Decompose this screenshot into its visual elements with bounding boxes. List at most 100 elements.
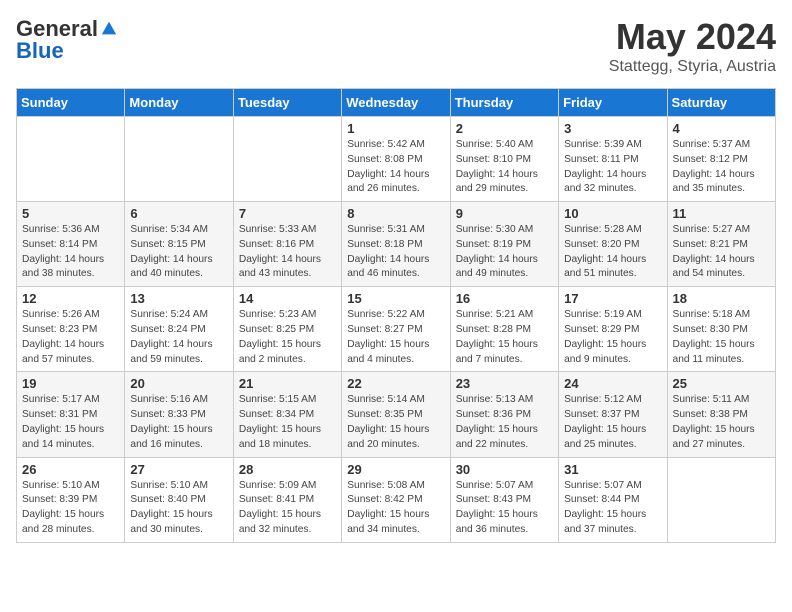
day-number: 12 bbox=[22, 291, 119, 306]
calendar-cell bbox=[125, 117, 233, 202]
day-number: 14 bbox=[239, 291, 336, 306]
day-number: 10 bbox=[564, 206, 661, 221]
day-detail: Sunrise: 5:23 AMSunset: 8:25 PMDaylight:… bbox=[239, 308, 336, 367]
day-number: 26 bbox=[22, 462, 119, 477]
day-detail: Sunrise: 5:21 AMSunset: 8:28 PMDaylight:… bbox=[456, 308, 553, 367]
day-detail: Sunrise: 5:37 AMSunset: 8:12 PMDaylight:… bbox=[673, 138, 770, 197]
col-header-saturday: Saturday bbox=[667, 89, 775, 117]
calendar-cell: 28 Sunrise: 5:09 AMSunset: 8:41 PMDayligh… bbox=[233, 457, 341, 542]
day-detail: Sunrise: 5:34 AMSunset: 8:15 PMDaylight:… bbox=[130, 223, 227, 282]
calendar-cell: 11 Sunrise: 5:27 AMSunset: 8:21 PMDayligh… bbox=[667, 202, 775, 287]
calendar-cell: 13 Sunrise: 5:24 AMSunset: 8:24 PMDayligh… bbox=[125, 287, 233, 372]
day-detail: Sunrise: 5:26 AMSunset: 8:23 PMDaylight:… bbox=[22, 308, 119, 367]
calendar-cell: 21 Sunrise: 5:15 AMSunset: 8:34 PMDayligh… bbox=[233, 372, 341, 457]
day-detail: Sunrise: 5:13 AMSunset: 8:36 PMDaylight:… bbox=[456, 393, 553, 452]
day-number: 9 bbox=[456, 206, 553, 221]
day-number: 31 bbox=[564, 462, 661, 477]
logo-icon bbox=[100, 20, 118, 38]
day-number: 3 bbox=[564, 121, 661, 136]
day-number: 21 bbox=[239, 376, 336, 391]
day-number: 18 bbox=[673, 291, 770, 306]
calendar-cell: 26 Sunrise: 5:10 AMSunset: 8:39 PMDayligh… bbox=[17, 457, 125, 542]
day-number: 1 bbox=[347, 121, 444, 136]
day-detail: Sunrise: 5:33 AMSunset: 8:16 PMDaylight:… bbox=[239, 223, 336, 282]
calendar-cell: 14 Sunrise: 5:23 AMSunset: 8:25 PMDayligh… bbox=[233, 287, 341, 372]
day-detail: Sunrise: 5:24 AMSunset: 8:24 PMDaylight:… bbox=[130, 308, 227, 367]
day-detail: Sunrise: 5:39 AMSunset: 8:11 PMDaylight:… bbox=[564, 138, 661, 197]
calendar-cell bbox=[17, 117, 125, 202]
day-number: 19 bbox=[22, 376, 119, 391]
day-number: 4 bbox=[673, 121, 770, 136]
day-number: 23 bbox=[456, 376, 553, 391]
day-number: 29 bbox=[347, 462, 444, 477]
day-number: 8 bbox=[347, 206, 444, 221]
calendar-cell: 25 Sunrise: 5:11 AMSunset: 8:38 PMDayligh… bbox=[667, 372, 775, 457]
day-detail: Sunrise: 5:42 AMSunset: 8:08 PMDaylight:… bbox=[347, 138, 444, 197]
location-subtitle: Stattegg, Styria, Austria bbox=[609, 58, 776, 76]
day-number: 13 bbox=[130, 291, 227, 306]
day-number: 2 bbox=[456, 121, 553, 136]
day-detail: Sunrise: 5:22 AMSunset: 8:27 PMDaylight:… bbox=[347, 308, 444, 367]
day-detail: Sunrise: 5:36 AMSunset: 8:14 PMDaylight:… bbox=[22, 223, 119, 282]
calendar-cell: 10 Sunrise: 5:28 AMSunset: 8:20 PMDayligh… bbox=[559, 202, 667, 287]
day-number: 11 bbox=[673, 206, 770, 221]
calendar-cell: 1 Sunrise: 5:42 AMSunset: 8:08 PMDaylight… bbox=[342, 117, 450, 202]
col-header-monday: Monday bbox=[125, 89, 233, 117]
calendar-cell: 23 Sunrise: 5:13 AMSunset: 8:36 PMDayligh… bbox=[450, 372, 558, 457]
col-header-friday: Friday bbox=[559, 89, 667, 117]
page-header: General Blue May 2024 Stattegg, Styria, … bbox=[16, 16, 776, 76]
calendar-cell bbox=[233, 117, 341, 202]
calendar-week-row: 19 Sunrise: 5:17 AMSunset: 8:31 PMDayligh… bbox=[17, 372, 776, 457]
day-detail: Sunrise: 5:28 AMSunset: 8:20 PMDaylight:… bbox=[564, 223, 661, 282]
calendar-cell: 3 Sunrise: 5:39 AMSunset: 8:11 PMDaylight… bbox=[559, 117, 667, 202]
calendar-cell: 5 Sunrise: 5:36 AMSunset: 8:14 PMDaylight… bbox=[17, 202, 125, 287]
day-number: 17 bbox=[564, 291, 661, 306]
col-header-tuesday: Tuesday bbox=[233, 89, 341, 117]
calendar-table: SundayMondayTuesdayWednesdayThursdayFrid… bbox=[16, 88, 776, 543]
calendar-week-row: 26 Sunrise: 5:10 AMSunset: 8:39 PMDayligh… bbox=[17, 457, 776, 542]
calendar-cell: 27Sunrise: 5:10 AMSunset: 8:40 PMDayligh… bbox=[125, 457, 233, 542]
calendar-cell: 30Sunrise: 5:07 AMSunset: 8:43 PMDayligh… bbox=[450, 457, 558, 542]
day-detail: Sunrise: 5:17 AMSunset: 8:31 PMDaylight:… bbox=[22, 393, 119, 452]
calendar-cell: 15Sunrise: 5:22 AMSunset: 8:27 PMDayligh… bbox=[342, 287, 450, 372]
day-detail: Sunrise: 5:11 AMSunset: 8:38 PMDaylight:… bbox=[673, 393, 770, 452]
calendar-week-row: 12 Sunrise: 5:26 AMSunset: 8:23 PMDayligh… bbox=[17, 287, 776, 372]
day-number: 5 bbox=[22, 206, 119, 221]
day-number: 22 bbox=[347, 376, 444, 391]
day-number: 16 bbox=[456, 291, 553, 306]
day-detail: Sunrise: 5:12 AMSunset: 8:37 PMDaylight:… bbox=[564, 393, 661, 452]
day-detail: Sunrise: 5:10 AMSunset: 8:40 PMDaylight:… bbox=[130, 479, 227, 538]
calendar-cell: 4 Sunrise: 5:37 AMSunset: 8:12 PMDaylight… bbox=[667, 117, 775, 202]
calendar-cell bbox=[667, 457, 775, 542]
day-detail: Sunrise: 5:31 AMSunset: 8:18 PMDaylight:… bbox=[347, 223, 444, 282]
day-detail: Sunrise: 5:08 AMSunset: 8:42 PMDaylight:… bbox=[347, 479, 444, 538]
calendar-week-row: 1 Sunrise: 5:42 AMSunset: 8:08 PMDaylight… bbox=[17, 117, 776, 202]
day-detail: Sunrise: 5:10 AMSunset: 8:39 PMDaylight:… bbox=[22, 479, 119, 538]
calendar-cell: 19 Sunrise: 5:17 AMSunset: 8:31 PMDayligh… bbox=[17, 372, 125, 457]
title-area: May 2024 Stattegg, Styria, Austria bbox=[609, 16, 776, 76]
calendar-cell: 20Sunrise: 5:16 AMSunset: 8:33 PMDayligh… bbox=[125, 372, 233, 457]
day-detail: Sunrise: 5:19 AMSunset: 8:29 PMDaylight:… bbox=[564, 308, 661, 367]
calendar-cell: 31Sunrise: 5:07 AMSunset: 8:44 PMDayligh… bbox=[559, 457, 667, 542]
calendar-week-row: 5 Sunrise: 5:36 AMSunset: 8:14 PMDaylight… bbox=[17, 202, 776, 287]
day-detail: Sunrise: 5:30 AMSunset: 8:19 PMDaylight:… bbox=[456, 223, 553, 282]
day-number: 6 bbox=[130, 206, 227, 221]
col-header-sunday: Sunday bbox=[17, 89, 125, 117]
day-detail: Sunrise: 5:15 AMSunset: 8:34 PMDaylight:… bbox=[239, 393, 336, 452]
calendar-cell: 22Sunrise: 5:14 AMSunset: 8:35 PMDayligh… bbox=[342, 372, 450, 457]
day-number: 28 bbox=[239, 462, 336, 477]
day-number: 25 bbox=[673, 376, 770, 391]
day-number: 30 bbox=[456, 462, 553, 477]
day-detail: Sunrise: 5:16 AMSunset: 8:33 PMDaylight:… bbox=[130, 393, 227, 452]
day-number: 7 bbox=[239, 206, 336, 221]
month-title: May 2024 bbox=[609, 16, 776, 58]
calendar-cell: 17 Sunrise: 5:19 AMSunset: 8:29 PMDayligh… bbox=[559, 287, 667, 372]
calendar-cell: 7 Sunrise: 5:33 AMSunset: 8:16 PMDaylight… bbox=[233, 202, 341, 287]
col-header-thursday: Thursday bbox=[450, 89, 558, 117]
day-detail: Sunrise: 5:18 AMSunset: 8:30 PMDaylight:… bbox=[673, 308, 770, 367]
day-detail: Sunrise: 5:09 AMSunset: 8:41 PMDaylight:… bbox=[239, 479, 336, 538]
logo: General Blue bbox=[16, 16, 118, 64]
col-header-wednesday: Wednesday bbox=[342, 89, 450, 117]
calendar-cell: 16 Sunrise: 5:21 AMSunset: 8:28 PMDayligh… bbox=[450, 287, 558, 372]
day-detail: Sunrise: 5:27 AMSunset: 8:21 PMDaylight:… bbox=[673, 223, 770, 282]
